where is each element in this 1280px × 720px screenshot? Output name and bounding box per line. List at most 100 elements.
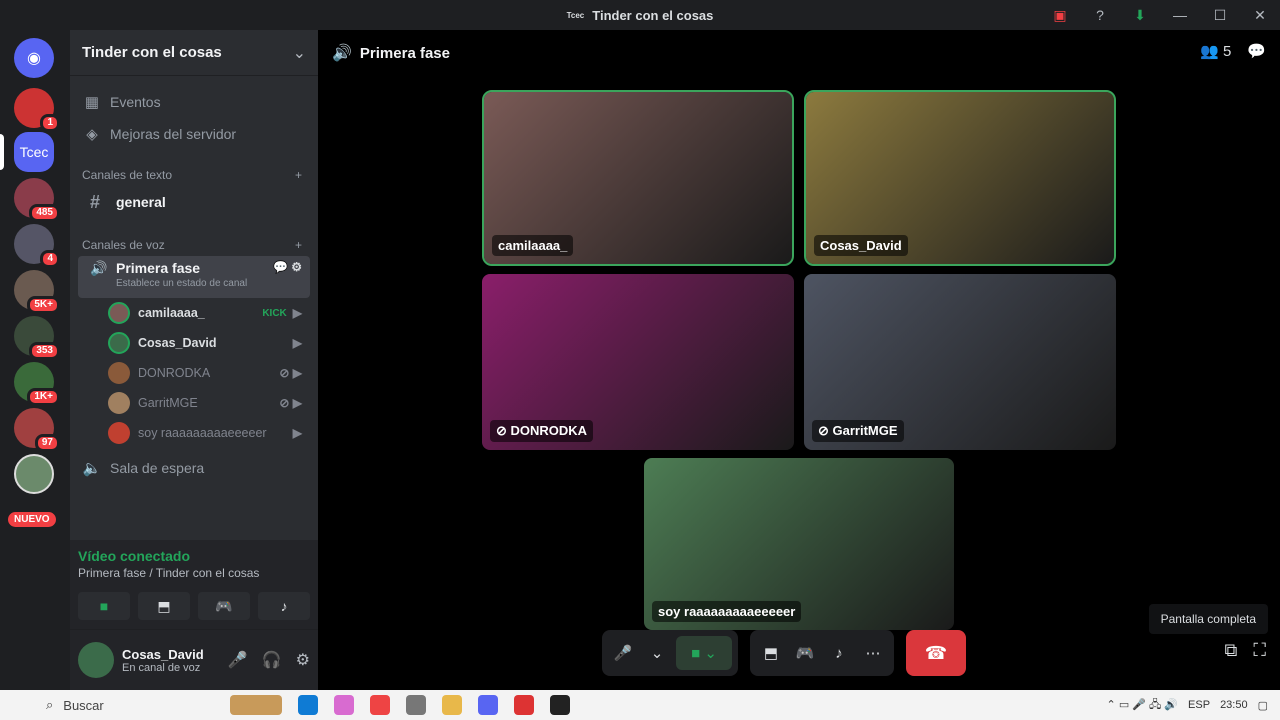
activity-button[interactable]: 🎮 [790, 636, 820, 670]
calendar-icon: ▦ [84, 94, 100, 111]
window-title: Tinder con el cosas [592, 7, 714, 23]
tray-icons[interactable]: ⌃ ▭ 🎤 🖧 🔊 [1107, 696, 1179, 715]
hash-icon: # [90, 191, 101, 212]
guild-icon[interactable]: 1 [14, 88, 60, 132]
members-icon[interactable]: 👥 5 [1200, 42, 1231, 60]
guild-icon[interactable] [14, 454, 54, 494]
guild-icon-active[interactable]: Tcec [14, 132, 54, 172]
more-button[interactable]: ⋯ [858, 636, 888, 670]
boosts-item[interactable]: ◈ Mejoras del servidor [70, 118, 318, 150]
speaker-icon: 🔊 [332, 45, 352, 62]
settings-icon[interactable]: ⚙ [296, 650, 310, 670]
minimize-button[interactable]: — [1160, 0, 1200, 30]
guild-icon[interactable]: 353 [14, 316, 60, 360]
copilot-icon[interactable] [334, 695, 354, 715]
video-tile[interactable]: ⊘ DONRODKA [482, 274, 794, 450]
taskbar: ⌕ Buscar ⌃ ▭ 🎤 🖧 🔊 ESP 23:50 ▢ [0, 690, 1280, 720]
help-icon[interactable]: ? [1080, 0, 1120, 30]
chevron-down-icon: ⌄ [292, 44, 306, 62]
avatar [108, 392, 130, 414]
maximize-button[interactable]: ☐ [1200, 0, 1240, 30]
chrome-icon[interactable] [514, 695, 534, 715]
main-header: 🔊 Primera fase [318, 30, 1280, 76]
call-controls: 🎤 ⌄ ■ ⌄ ⬒ 🎮 ♪ ⋯ ☎ [602, 630, 966, 676]
server-name: Tinder con el cosas [82, 44, 222, 61]
title-bar: Tcec Tinder con el cosas ▣ ? ⬇ — ☐ ✕ [0, 0, 1280, 30]
app-icon[interactable] [550, 695, 570, 715]
fullscreen-icon[interactable]: ⛶ [1253, 640, 1266, 661]
plus-icon[interactable]: + [295, 168, 302, 182]
discord-home-icon[interactable]: ◉ [14, 38, 54, 78]
mic-button[interactable]: 🎤 [608, 636, 638, 670]
voice-channel-primera-fase[interactable]: 🔊 Primera fase Establece un estado de ca… [78, 256, 310, 298]
screen-share-icon[interactable]: ▣ [1040, 0, 1080, 30]
muted-mic-icon: ⊘ ▶ [279, 366, 302, 380]
hangup-button[interactable]: ☎ [906, 630, 966, 676]
voice-user[interactable]: GarritMGE ⊘ ▶ [70, 388, 318, 418]
new-badge: NUEVO [8, 512, 56, 527]
mic-icon[interactable]: 🎤 [228, 650, 248, 670]
username: Cosas_David [122, 646, 204, 662]
camera-icon: ▶ [292, 426, 302, 440]
fullscreen-tooltip: Pantalla completa [1148, 604, 1268, 634]
close-button[interactable]: ✕ [1240, 0, 1280, 30]
screen-share-button[interactable]: ⬒ [756, 636, 786, 670]
chat-icon[interactable]: 💬 ⚙ [273, 260, 302, 274]
tile-label: ⊘ DONRODKA [490, 420, 594, 442]
voice-status: Vídeo conectado [78, 548, 191, 564]
weather-widget[interactable] [230, 695, 282, 715]
voice-user[interactable]: Cosas_David ▶ [70, 328, 318, 358]
discord-icon[interactable] [478, 695, 498, 715]
avatar [108, 362, 130, 384]
voice-user[interactable]: camilaaaa_ KICK ▶ [70, 298, 318, 328]
camera-icon: ▶ [292, 336, 302, 350]
voice-user[interactable]: DONRODKA ⊘ ▶ [70, 358, 318, 388]
folder-icon[interactable] [442, 695, 462, 715]
events-item[interactable]: ▦ Eventos [70, 86, 318, 118]
guild-icon[interactable]: 485 [14, 178, 60, 222]
camera-button[interactable]: ■ [78, 592, 130, 620]
chrome-icon[interactable] [370, 695, 390, 715]
video-tile[interactable]: Cosas_David [804, 90, 1116, 266]
chevron-down-icon[interactable]: ⌄ [642, 636, 672, 670]
activity-button[interactable]: 🎮 [198, 592, 250, 620]
user-avatar[interactable] [78, 642, 114, 678]
notification-icon[interactable]: ▢ [1258, 699, 1268, 712]
channel-status-input[interactable]: Establece un estado de canal [116, 278, 273, 289]
kick-tag: KICK [262, 307, 287, 319]
edge-icon[interactable] [298, 695, 318, 715]
channel-title: Primera fase [359, 44, 450, 62]
avatar [108, 422, 130, 444]
plus-icon[interactable]: + [295, 238, 302, 252]
video-tile[interactable]: soy raaaaaaaaaeeeeer [644, 458, 954, 630]
voice-category[interactable]: Canales de voz + [70, 234, 318, 256]
tile-label: Cosas_David [814, 235, 908, 256]
video-tile[interactable]: camilaaaa_ [482, 90, 794, 266]
app-icon[interactable] [406, 695, 426, 715]
headphones-icon[interactable]: 🎧 [262, 650, 282, 670]
text-category[interactable]: Canales de texto + [70, 164, 318, 186]
tile-label: camilaaaa_ [492, 235, 574, 256]
server-header[interactable]: Tinder con el cosas ⌄ [70, 30, 318, 76]
camera-button[interactable]: ■ ⌄ [676, 636, 732, 670]
guild-icon[interactable]: 97 [14, 408, 60, 452]
avatar [108, 302, 130, 324]
channel-sidebar: Tinder con el cosas ⌄ ▦ Eventos ◈ Mejoras … [70, 30, 318, 690]
soundboard-button[interactable]: ♪ [824, 636, 854, 670]
channel-general[interactable]: # general [78, 186, 310, 218]
popout-icon[interactable]: ⧉ [1225, 640, 1238, 661]
download-icon[interactable]: ⬇ [1120, 0, 1160, 30]
waiting-room-channel[interactable]: 🔈 Sala de espera [70, 452, 318, 484]
guild-icon[interactable]: 4 [14, 224, 60, 268]
video-tile[interactable]: ⊘ GarritMGE [804, 274, 1116, 450]
search-box[interactable]: ⌕ Buscar [0, 690, 190, 720]
guild-icon[interactable]: 5K+ [14, 270, 60, 314]
voice-location[interactable]: Primera fase / Tinder con el cosas [78, 566, 310, 580]
soundboard-button[interactable]: ♪ [258, 592, 310, 620]
guild-icon[interactable]: 1K+ [14, 362, 60, 406]
chat-icon[interactable]: 💬 [1247, 42, 1266, 60]
clock[interactable]: 23:50 [1220, 699, 1248, 711]
screen-share-button[interactable]: ⬒ [138, 592, 190, 620]
language[interactable]: ESP [1188, 699, 1210, 711]
voice-user[interactable]: soy raaaaaaaaaeeeeer ▶ [70, 418, 318, 448]
